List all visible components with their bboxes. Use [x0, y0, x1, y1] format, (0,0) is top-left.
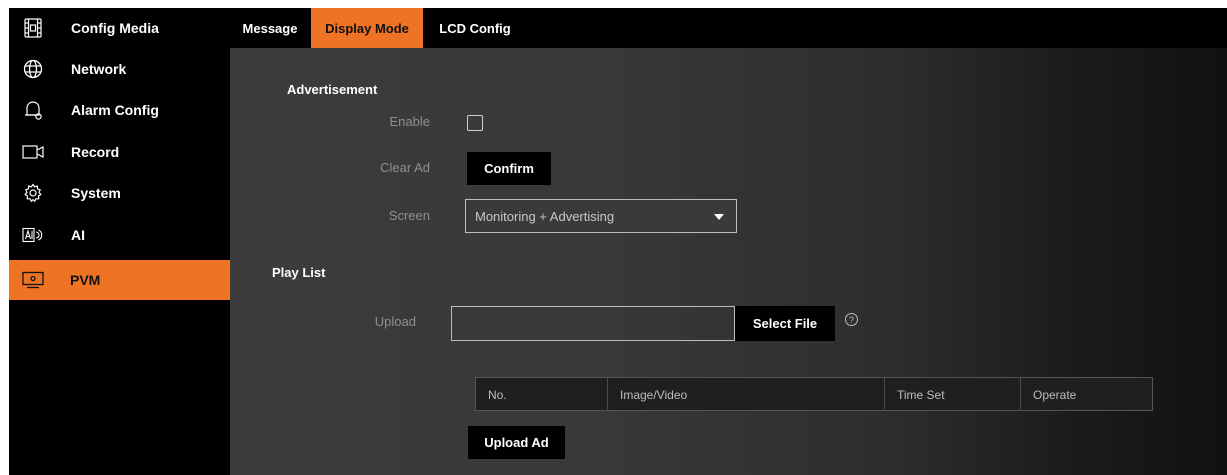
screen-label: Screen [388, 208, 430, 223]
enable-checkbox[interactable] [467, 115, 483, 131]
sidebar-item-system[interactable]: System [9, 173, 230, 213]
clear-ad-label: Clear Ad [380, 160, 430, 175]
sidebar-item-label: PVM [70, 272, 101, 288]
tab-message[interactable]: Message [230, 8, 310, 48]
tab-label: Message [242, 20, 298, 36]
tab-bar: Message Display Mode LCD Config [230, 8, 1227, 48]
sidebar-item-label: Alarm Config [71, 102, 159, 118]
film-strip-icon [21, 17, 45, 39]
column-header-operate: Operate [1020, 378, 1152, 411]
enable-label: Enable [389, 114, 430, 129]
chevron-down-icon [714, 214, 724, 220]
upload-label: Upload [374, 314, 416, 329]
screen-select[interactable]: Monitoring + Advertising [465, 199, 737, 233]
confirm-button[interactable]: Confirm [467, 152, 551, 185]
upload-file-input[interactable] [451, 306, 735, 341]
sidebar-item-pvm[interactable]: PVM [9, 260, 230, 300]
sidebar-item-network[interactable]: Network [9, 49, 230, 89]
sidebar-item-alarm-config[interactable]: Alarm Config [9, 90, 230, 130]
camera-icon [21, 141, 45, 163]
column-header-image-video: Image/Video [607, 378, 884, 411]
sidebar-item-label: Config Media [71, 20, 159, 36]
main-content: Advertisement Enable Clear Ad Confirm Sc… [230, 48, 1227, 475]
bell-icon [21, 99, 45, 121]
help-icon[interactable]: ? [845, 313, 858, 326]
ai-icon [21, 224, 45, 246]
sidebar-item-label: Record [71, 144, 120, 160]
sidebar-item-config-media[interactable]: Config Media [9, 8, 230, 48]
sidebar-item-record[interactable]: Record [9, 132, 230, 172]
sidebar-item-label: AI [71, 227, 85, 243]
sidebar: Config Media Network Alarm Config Record… [9, 8, 230, 475]
column-header-time-set: Time Set [884, 378, 1020, 411]
upload-ad-button[interactable]: Upload Ad [468, 426, 565, 459]
sidebar-item-label: System [71, 185, 121, 201]
tab-lcd-config[interactable]: LCD Config [423, 8, 527, 48]
advertisement-title: Advertisement [287, 82, 378, 97]
tab-label: Display Mode [325, 20, 409, 36]
playlist-title: Play List [272, 265, 326, 280]
sidebar-item-ai[interactable]: AI [9, 215, 230, 255]
sidebar-item-label: Network [71, 61, 127, 77]
app-frame: Config Media Network Alarm Config Record… [9, 8, 1227, 475]
globe-icon [21, 58, 45, 80]
tab-display-mode[interactable]: Display Mode [311, 8, 423, 48]
select-file-button[interactable]: Select File [735, 306, 835, 341]
column-header-no: No. [488, 387, 507, 402]
gear-icon [21, 182, 45, 204]
playlist-table: No. Image/Video Time Set Operate [475, 377, 1153, 411]
monitor-icon [21, 269, 45, 291]
tab-label: LCD Config [439, 20, 511, 36]
screen-select-value: Monitoring + Advertising [475, 208, 615, 224]
